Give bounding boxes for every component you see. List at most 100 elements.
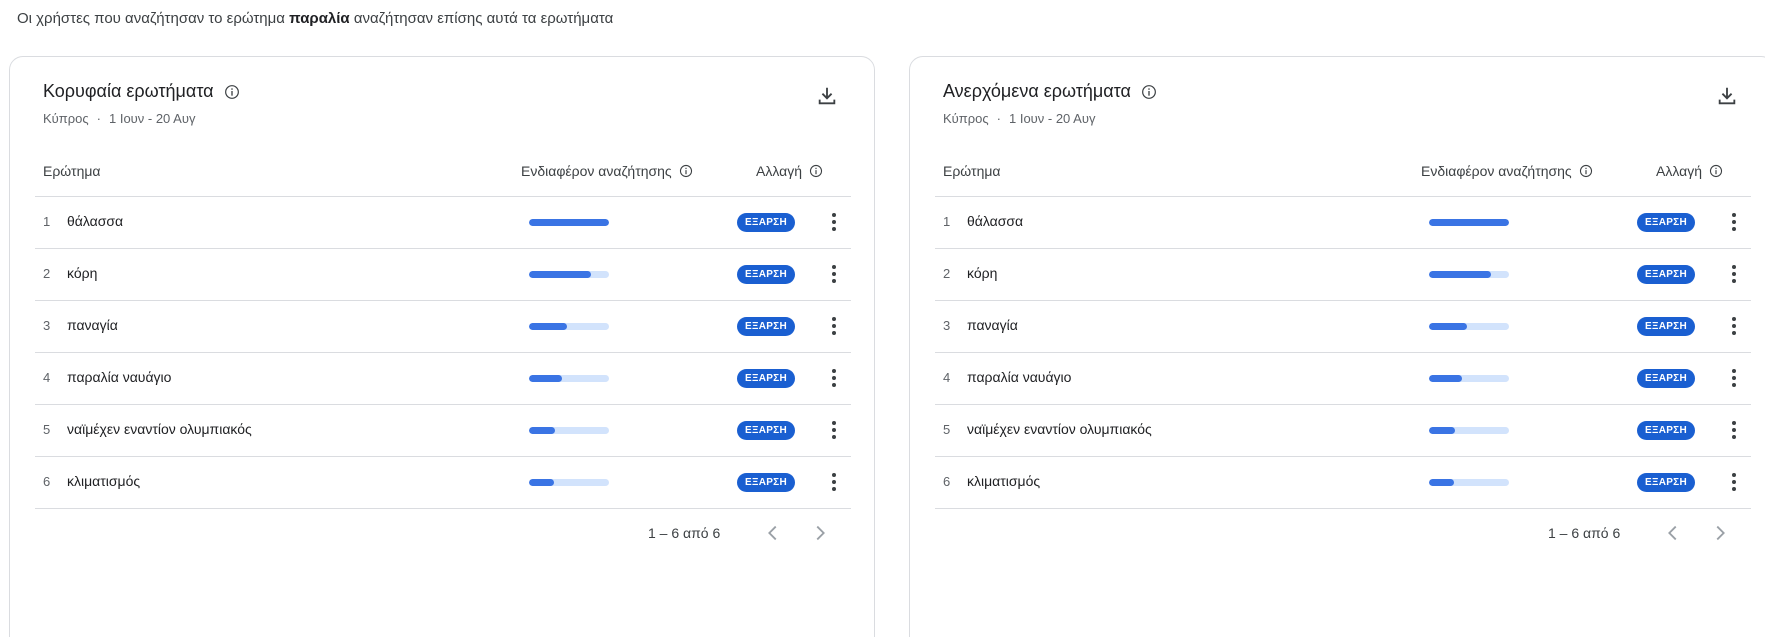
- interest-bar: [529, 479, 609, 486]
- interest-bar: [1429, 375, 1509, 382]
- intro-search-term: παραλία: [289, 10, 350, 27]
- column-label: Ενδιαφέρον αναζήτησης: [1421, 163, 1572, 179]
- breakout-badge: ΕΞΑΡΣΗ: [737, 473, 795, 492]
- column-header-interest: Ενδιαφέρον αναζήτησης: [1421, 163, 1593, 179]
- column-label: Αλλαγή: [1656, 163, 1703, 179]
- table-row[interactable]: 6 κλιματισμός ΕΞΑΡΣΗ: [935, 457, 1751, 509]
- column-header-change: Αλλαγή: [756, 163, 823, 179]
- region-label: Κύπρος: [943, 111, 989, 126]
- interest-bar: [529, 375, 609, 382]
- row-rank: 6: [943, 474, 951, 489]
- chevron-right-icon[interactable]: [1709, 522, 1731, 544]
- download-icon[interactable]: [1716, 85, 1738, 107]
- download-icon[interactable]: [816, 85, 838, 107]
- column-header-change: Αλλαγή: [1656, 163, 1723, 179]
- more-vert-icon[interactable]: [1726, 211, 1742, 233]
- chevron-right-icon[interactable]: [809, 522, 831, 544]
- intro-text-before: Οι χρήστες που αναζήτησαν το ερώτημα: [17, 10, 285, 27]
- table-row[interactable]: 2 κόρη ΕΞΑΡΣΗ: [35, 249, 851, 301]
- row-query[interactable]: κλιματισμός: [67, 473, 140, 489]
- interest-bar-fill: [1429, 479, 1454, 486]
- more-vert-icon[interactable]: [826, 315, 842, 337]
- row-query[interactable]: παραλία ναυάγιο: [967, 369, 1071, 385]
- separator-dot: ·: [96, 111, 101, 126]
- pagination: 1 – 6 από 6: [935, 509, 1751, 559]
- card-header: Κορυφαία ερωτήματα: [43, 81, 240, 102]
- interest-bar-fill: [529, 219, 609, 226]
- breakout-badge: ΕΞΑΡΣΗ: [737, 265, 795, 284]
- info-icon[interactable]: [1141, 84, 1157, 100]
- info-icon[interactable]: [1709, 164, 1723, 178]
- more-vert-icon[interactable]: [1726, 471, 1742, 493]
- more-vert-icon[interactable]: [826, 263, 842, 285]
- more-vert-icon[interactable]: [826, 419, 842, 441]
- table-row[interactable]: 2 κόρη ΕΞΑΡΣΗ: [935, 249, 1751, 301]
- period-label: 1 Ιουν - 20 Αυγ: [108, 111, 196, 126]
- breakout-badge: ΕΞΑΡΣΗ: [1637, 265, 1695, 284]
- table-row[interactable]: 4 παραλία ναυάγιο ΕΞΑΡΣΗ: [935, 353, 1751, 405]
- interest-bar-fill: [529, 375, 562, 382]
- row-query[interactable]: παναγία: [67, 317, 118, 333]
- more-vert-icon[interactable]: [826, 471, 842, 493]
- info-icon[interactable]: [224, 84, 240, 100]
- breakout-badge: ΕΞΑΡΣΗ: [1637, 317, 1695, 336]
- table-row[interactable]: 3 παναγία ΕΞΑΡΣΗ: [35, 301, 851, 353]
- interest-bar-fill: [529, 323, 568, 330]
- more-vert-icon[interactable]: [826, 211, 842, 233]
- row-rank: 6: [43, 474, 51, 489]
- table-row[interactable]: 4 παραλία ναυάγιο ΕΞΑΡΣΗ: [35, 353, 851, 405]
- interest-bar: [529, 427, 609, 434]
- interest-bar: [1429, 219, 1509, 226]
- info-icon[interactable]: [809, 164, 823, 178]
- region-label: Κύπρος: [43, 111, 89, 126]
- breakout-badge: ΕΞΑΡΣΗ: [737, 213, 795, 232]
- more-vert-icon[interactable]: [826, 367, 842, 389]
- rising-queries-card: Ανερχόμενα ερωτήματα Κύπρος · 1 Ιουν - 20 …: [909, 56, 1765, 637]
- row-query[interactable]: κλιματισμός: [967, 473, 1040, 489]
- row-query[interactable]: παναγία: [967, 317, 1018, 333]
- row-rank: 1: [943, 214, 951, 229]
- table-row[interactable]: 5 ναϊμέχεν εναντίον ολυμπιακός ΕΞΑΡΣΗ: [35, 405, 851, 457]
- row-query[interactable]: κόρη: [67, 265, 97, 281]
- breakout-badge: ΕΞΑΡΣΗ: [1637, 421, 1695, 440]
- table-row[interactable]: 3 παναγία ΕΞΑΡΣΗ: [935, 301, 1751, 353]
- chevron-left-icon[interactable]: [762, 522, 784, 544]
- row-query[interactable]: ναϊμέχεν εναντίον ολυμπιακός: [67, 421, 252, 437]
- row-rank: 5: [43, 422, 51, 437]
- table-row[interactable]: 5 ναϊμέχεν εναντίον ολυμπιακός ΕΞΑΡΣΗ: [935, 405, 1751, 457]
- breakout-badge: ΕΞΑΡΣΗ: [1637, 213, 1695, 232]
- more-vert-icon[interactable]: [1726, 315, 1742, 337]
- card-title: Ανερχόμενα ερωτήματα: [943, 81, 1131, 101]
- row-rank: 3: [943, 318, 951, 333]
- interest-bar-fill: [1429, 427, 1456, 434]
- queries-table: Ερώτημα Ενδιαφέρον αναζήτησης Αλλαγή 1 θ…: [35, 149, 851, 559]
- pagination-count: 1 – 6 από 6: [648, 525, 721, 541]
- pagination: 1 – 6 από 6: [35, 509, 851, 559]
- row-query[interactable]: θάλασσα: [67, 213, 123, 229]
- row-query[interactable]: κόρη: [967, 265, 997, 281]
- more-vert-icon[interactable]: [1726, 367, 1742, 389]
- interest-bar: [1429, 323, 1509, 330]
- info-icon[interactable]: [679, 164, 693, 178]
- table-header: Ερώτημα Ενδιαφέρον αναζήτησης Αλλαγή: [35, 149, 851, 197]
- column-header-query: Ερώτημα: [943, 163, 1001, 179]
- row-query[interactable]: ναϊμέχεν εναντίον ολυμπιακός: [967, 421, 1152, 437]
- info-icon[interactable]: [1579, 164, 1593, 178]
- pagination-count: 1 – 6 από 6: [1548, 525, 1621, 541]
- row-rank: 3: [43, 318, 51, 333]
- column-header-query: Ερώτημα: [43, 163, 101, 179]
- more-vert-icon[interactable]: [1726, 263, 1742, 285]
- intro-text-after: αναζήτησαν επίσης αυτά τα ερωτήματα: [353, 10, 614, 27]
- table-row[interactable]: 1 θάλασσα ΕΞΑΡΣΗ: [935, 197, 1751, 249]
- table-row[interactable]: 6 κλιματισμός ΕΞΑΡΣΗ: [35, 457, 851, 509]
- row-query[interactable]: παραλία ναυάγιο: [67, 369, 171, 385]
- table-row[interactable]: 1 θάλασσα ΕΞΑΡΣΗ: [35, 197, 851, 249]
- row-query[interactable]: θάλασσα: [967, 213, 1023, 229]
- more-vert-icon[interactable]: [1726, 419, 1742, 441]
- column-label: Ερώτημα: [43, 163, 101, 179]
- separator-dot: ·: [996, 111, 1001, 126]
- column-header-interest: Ενδιαφέρον αναζήτησης: [521, 163, 693, 179]
- chevron-left-icon[interactable]: [1662, 522, 1684, 544]
- breakout-badge: ΕΞΑΡΣΗ: [737, 369, 795, 388]
- card-subtitle: Κύπρος · 1 Ιουν - 20 Αυγ: [43, 111, 195, 126]
